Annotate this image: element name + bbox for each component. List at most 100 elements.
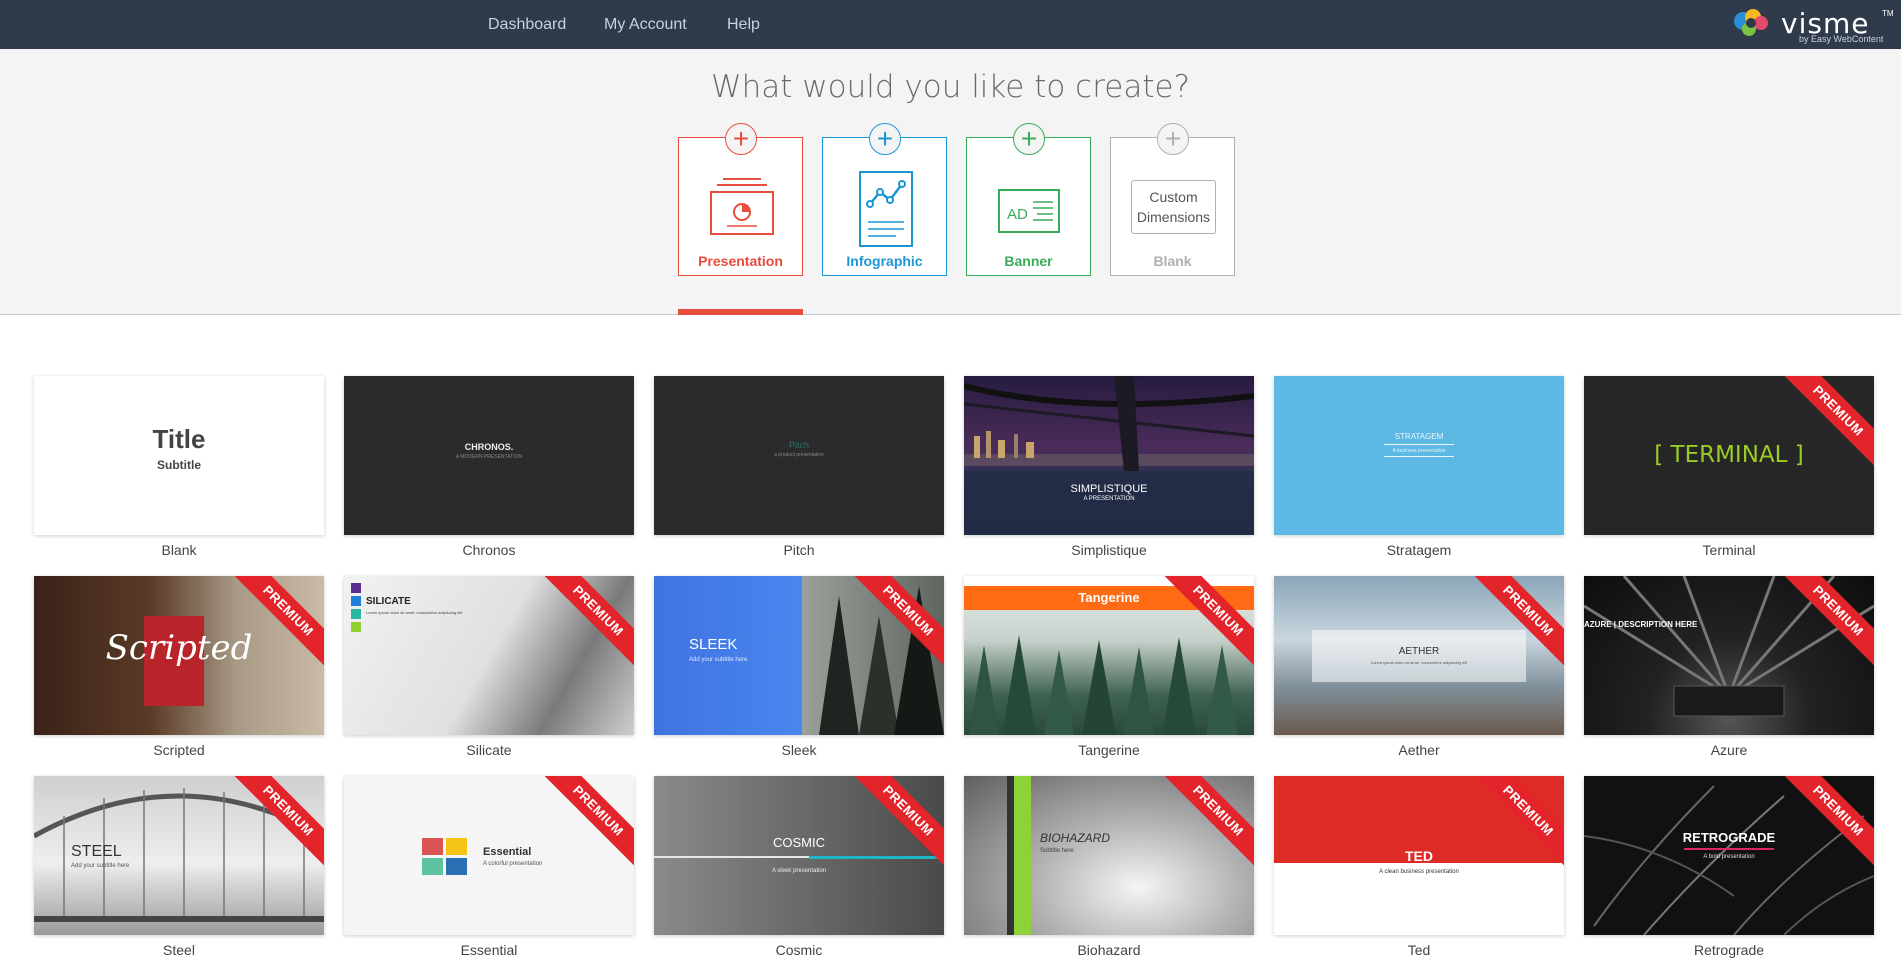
thumb-subtitle: A business presentation	[1392, 448, 1446, 454]
template-name: Aether	[1398, 742, 1440, 758]
type-card-infographic[interactable]: + Infographic	[822, 123, 947, 276]
create-section: What would you like to create? + Present…	[0, 49, 1901, 315]
thumb-title: COSMIC	[773, 835, 825, 850]
type-label-blank: Blank	[1153, 253, 1192, 269]
type-label-banner: Banner	[1004, 253, 1053, 269]
color-swatch	[446, 838, 467, 855]
thumb-subtitle: Add your subtitle here	[71, 863, 130, 869]
template-thumbnail[interactable]: [ TERMINAL ] PREMIUM	[1584, 376, 1874, 535]
nav-my-account-link[interactable]: My Account	[604, 0, 687, 49]
thumb-title: CHRONOS.	[464, 442, 514, 452]
template-name: Biohazard	[1077, 942, 1141, 958]
template-thumbnail[interactable]: CHRONOS. A MODERN PRESENTATION	[344, 376, 634, 535]
template-name: Chronos	[462, 542, 516, 558]
template-name: Ted	[1407, 942, 1431, 958]
nav-dashboard-link[interactable]: Dashboard	[488, 0, 566, 49]
template-name: Terminal	[1702, 542, 1756, 558]
thumb-subtitle: A MODERN PRESENTATION	[455, 454, 523, 460]
dark-stripe	[1007, 776, 1014, 935]
template-name: Retrograde	[1693, 942, 1765, 958]
template-name: Scripted	[153, 742, 205, 758]
plus-icon[interactable]: +	[725, 123, 757, 155]
plus-icon[interactable]: +	[869, 123, 901, 155]
template-thumbnail[interactable]: SILICATE Lorem ipsum dolor sit amet, con…	[344, 576, 634, 735]
accent-underline	[1684, 848, 1774, 850]
thumb-subtitle: A bold presentation	[1703, 854, 1755, 860]
template-thumbnail[interactable]: AZURE | DESCRIPTION HERE PREMIUM	[1584, 576, 1874, 735]
template-name: Sleek	[781, 742, 817, 758]
type-label-presentation: Presentation	[698, 253, 783, 269]
thumb-subtitle: Subtitle	[157, 458, 201, 472]
thumb-title: Essential	[483, 846, 532, 858]
divider-light	[654, 856, 809, 858]
template-name: Simplistique	[1071, 542, 1147, 558]
color-swatch	[351, 622, 361, 632]
nav-help-link[interactable]: Help	[727, 0, 760, 49]
visme-logo-mark-icon	[1734, 9, 1768, 36]
premium-badge: PREMIUM	[539, 576, 634, 670]
premium-badge: PREMIUM	[539, 776, 634, 870]
green-stripe	[1014, 776, 1031, 935]
forest-image	[819, 586, 944, 735]
plus-icon[interactable]: +	[1157, 123, 1189, 155]
template-name: Steel	[163, 942, 195, 958]
banner-ad-text: AD	[1007, 206, 1028, 223]
infographic-icon	[859, 171, 913, 247]
thumb-title: TED	[1405, 848, 1433, 864]
template-thumbnail[interactable]: Tangerine PREMIUM	[964, 576, 1254, 735]
thumb-subtitle: A sleek presentation	[771, 868, 827, 874]
template-thumbnail[interactable]: SIMPLISTIQUE A PRESENTATION	[964, 376, 1254, 535]
presentation-icon	[710, 178, 774, 235]
thumb-subtitle: a product presentation	[774, 452, 824, 458]
thumb-divider	[1384, 444, 1454, 445]
template-name: Azure	[1710, 742, 1748, 758]
thumb-subtitle: Lorem ipsum dolor sit amet, consectetur …	[1370, 660, 1468, 665]
thumb-title: Title	[152, 424, 206, 454]
template-thumbnail[interactable]: BIOHAZARD Subtitle here PREMIUM	[964, 776, 1254, 935]
thumb-divider	[1384, 456, 1454, 457]
template-name: Stratagem	[1386, 542, 1452, 558]
thumb-subtitle: A clean business presentation	[1379, 869, 1459, 875]
template-thumbnail[interactable]: COSMIC A sleek presentation PREMIUM	[654, 776, 944, 935]
type-card-blank[interactable]: + Custom Dimensions Blank	[1110, 123, 1235, 276]
thumb-title: AZURE | DESCRIPTION HERE	[1584, 620, 1698, 629]
custom-dimensions-text: Custom Dimensions	[1136, 189, 1211, 225]
type-card-banner[interactable]: + AD Banner	[966, 123, 1091, 276]
thumb-title: AETHER	[1398, 646, 1440, 657]
template-thumbnail[interactable]: SLEEK Add your subtitle here PREMIUM	[654, 576, 944, 735]
color-swatch	[446, 858, 467, 875]
thumb-title: SIMPLISTIQUE	[1070, 483, 1148, 495]
thumb-title: RETROGRADE	[1682, 830, 1776, 845]
template-thumbnail[interactable]: AETHER Lorem ipsum dolor sit amet, conse…	[1274, 576, 1564, 735]
plus-icon[interactable]: +	[1013, 123, 1045, 155]
thumb-title: [ TERMINAL ]	[1654, 442, 1804, 468]
color-swatch	[422, 858, 443, 875]
logo-trademark: TM	[1882, 9, 1894, 18]
type-card-presentation[interactable]: + Presentation	[678, 123, 803, 276]
template-thumbnail[interactable]: TED A clean business presentation PREMIU…	[1274, 776, 1564, 935]
template-thumbnail[interactable]: Essential A colorful presentation PREMIU…	[344, 776, 634, 935]
template-thumbnail[interactable]: Pitch a product presentation	[654, 376, 944, 535]
thumb-title: SILICATE	[366, 596, 411, 607]
template-name: Silicate	[466, 742, 512, 758]
template-thumbnail[interactable]: Scripted PREMIUM	[34, 576, 324, 735]
template-name: Essential	[460, 942, 518, 958]
template-thumbnail[interactable]: STRATAGEM A business presentation	[1274, 376, 1564, 535]
visme-logo[interactable]: visme TM by Easy WebContent	[1729, 5, 1894, 45]
divider-accent	[809, 856, 944, 859]
thumb-subtitle: Lorem ipsum dolor sit amet, consectetur …	[366, 610, 463, 615]
template-thumbnail[interactable]: RETROGRADE A bold presentation PREMIUM	[1584, 776, 1874, 935]
template-thumbnail[interactable]: STEEL Add your subtitle here PREMIUM	[34, 776, 324, 935]
color-swatch	[351, 609, 361, 619]
color-swatch	[422, 838, 443, 855]
thumb-title: BIOHAZARD	[1040, 831, 1111, 845]
bridge-skyline-image	[964, 376, 1254, 535]
top-nav-bar: Dashboard My Account Help visme TM by Ea…	[0, 0, 1901, 49]
premium-badge: PREMIUM	[1159, 776, 1254, 870]
thumb-title: Scripted	[105, 628, 253, 668]
logo-byline: by Easy WebContent	[1799, 34, 1884, 44]
thumb-subtitle: Subtitle here	[1040, 848, 1074, 854]
custom-dimensions-box: Custom Dimensions	[1131, 180, 1216, 234]
thumb-title: SLEEK	[689, 636, 738, 653]
template-thumbnail[interactable]: Title Subtitle	[34, 376, 324, 535]
